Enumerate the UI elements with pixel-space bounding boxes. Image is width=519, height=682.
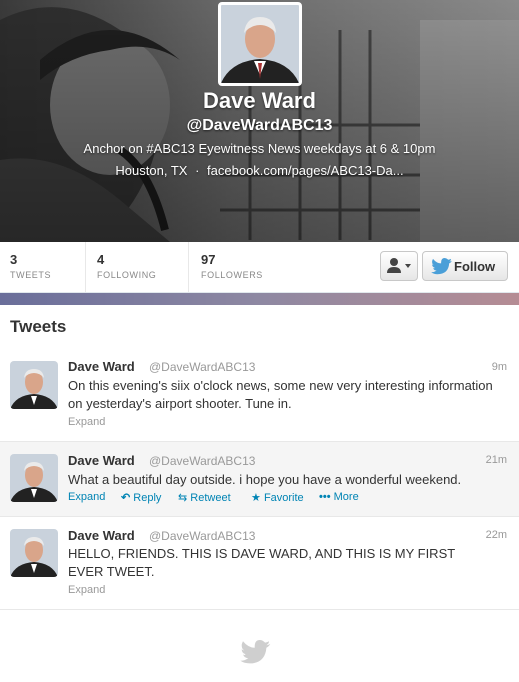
stat-tweets[interactable]: 3 TWEETS [0,242,86,292]
tweet-timestamp[interactable]: 21m [486,454,507,466]
tweet-expand-link[interactable]: Expand [68,416,105,428]
stat-label: FOLLOWERS [201,270,263,280]
retweet-label: Retweet [190,492,231,504]
profile-url-link[interactable]: facebook.com/pages/ABC13-Da... [207,163,404,178]
tweet-item[interactable]: Dave Ward @DaveWardABC13 22m HELLO, FRIE… [0,517,519,610]
tweet-timestamp[interactable]: 9m [492,361,507,373]
stat-count: 97 [201,252,216,267]
avatar-image [10,529,58,577]
profile-handle: @DaveWardABC13 [186,117,333,134]
stat-label: TWEETS [10,270,52,280]
tweet-author-handle[interactable]: @DaveWardABC13 [149,454,255,468]
avatar-image [10,454,58,502]
profile-location-line: Houston, TX · facebook.com/pages/ABC13-D… [0,163,519,178]
stat-count: 3 [10,252,18,267]
star-icon: ★ [251,492,261,504]
tweets-section-title: Tweets [10,317,67,336]
tweet-item[interactable]: Dave Ward @DaveWardABC13 21m What a beau… [0,442,519,517]
profile-header: Dave Ward @DaveWardABC13 Anchor on #ABC1… [0,0,519,242]
stat-count: 4 [97,252,105,267]
tweet-text: HELLO, FRIENDS. THIS IS DAVE WARD, AND T… [68,546,455,579]
user-actions-dropdown-button[interactable] [380,251,418,281]
tweets-section-header: Tweets [0,305,519,350]
more-dots-icon: ••• [319,491,331,503]
reply-icon: ↶ [121,492,131,504]
more-label: More [333,491,359,503]
twitter-bird-icon [431,258,452,275]
more-action[interactable]: ••• More [319,491,359,503]
avatar-image [10,361,58,409]
stat-followers[interactable]: 97 FOLLOWERS [191,242,291,292]
profile-avatar[interactable] [218,2,302,86]
reply-action[interactable]: ↶ Reply [121,491,161,504]
tweet-avatar[interactable] [10,361,58,409]
stat-label: FOLLOWING [97,270,157,280]
profile-bio: Anchor on #ABC13 Eyewitness News weekday… [83,141,436,156]
user-icon [387,258,411,273]
separator-dot: · [195,163,200,178]
stat-following[interactable]: 4 FOLLOWING [87,242,189,292]
header-bottom-band [0,293,519,305]
tweet-author-name[interactable]: Dave Ward [68,359,135,374]
tweet-text: What a beautiful day outside. i hope you… [68,472,462,487]
tweet-timestamp[interactable]: 22m [486,529,507,541]
tweet-item[interactable]: Dave Ward @DaveWardABC13 9m On this even… [0,349,519,442]
tweet-avatar[interactable] [10,454,58,502]
follow-button[interactable]: Follow [422,251,508,281]
retweet-icon: ⇆ [178,492,188,504]
tweet-avatar[interactable] [10,529,58,577]
retweet-action[interactable]: ⇆ Retweet [178,491,231,504]
reply-label: Reply [133,492,162,504]
tweet-author-handle[interactable]: @DaveWardABC13 [149,360,255,374]
favorite-label: Favorite [263,492,304,504]
twitter-bird-icon [240,640,271,664]
profile-location: Houston, TX [115,163,188,178]
tweet-expand-link[interactable]: Expand [68,584,105,596]
tweet-author-handle[interactable]: @DaveWardABC13 [149,529,255,543]
follow-label: Follow [454,259,496,274]
profile-name: Dave Ward [203,88,316,113]
tweet-author-name[interactable]: Dave Ward [68,453,135,468]
avatar-image [221,5,299,83]
tweet-author-name[interactable]: Dave Ward [68,528,135,543]
favorite-action[interactable]: ★ Favorite [251,491,304,504]
tweet-expand-link[interactable]: Expand [68,491,105,503]
tweet-text: On this evening's siix o'clock news, som… [68,378,493,411]
